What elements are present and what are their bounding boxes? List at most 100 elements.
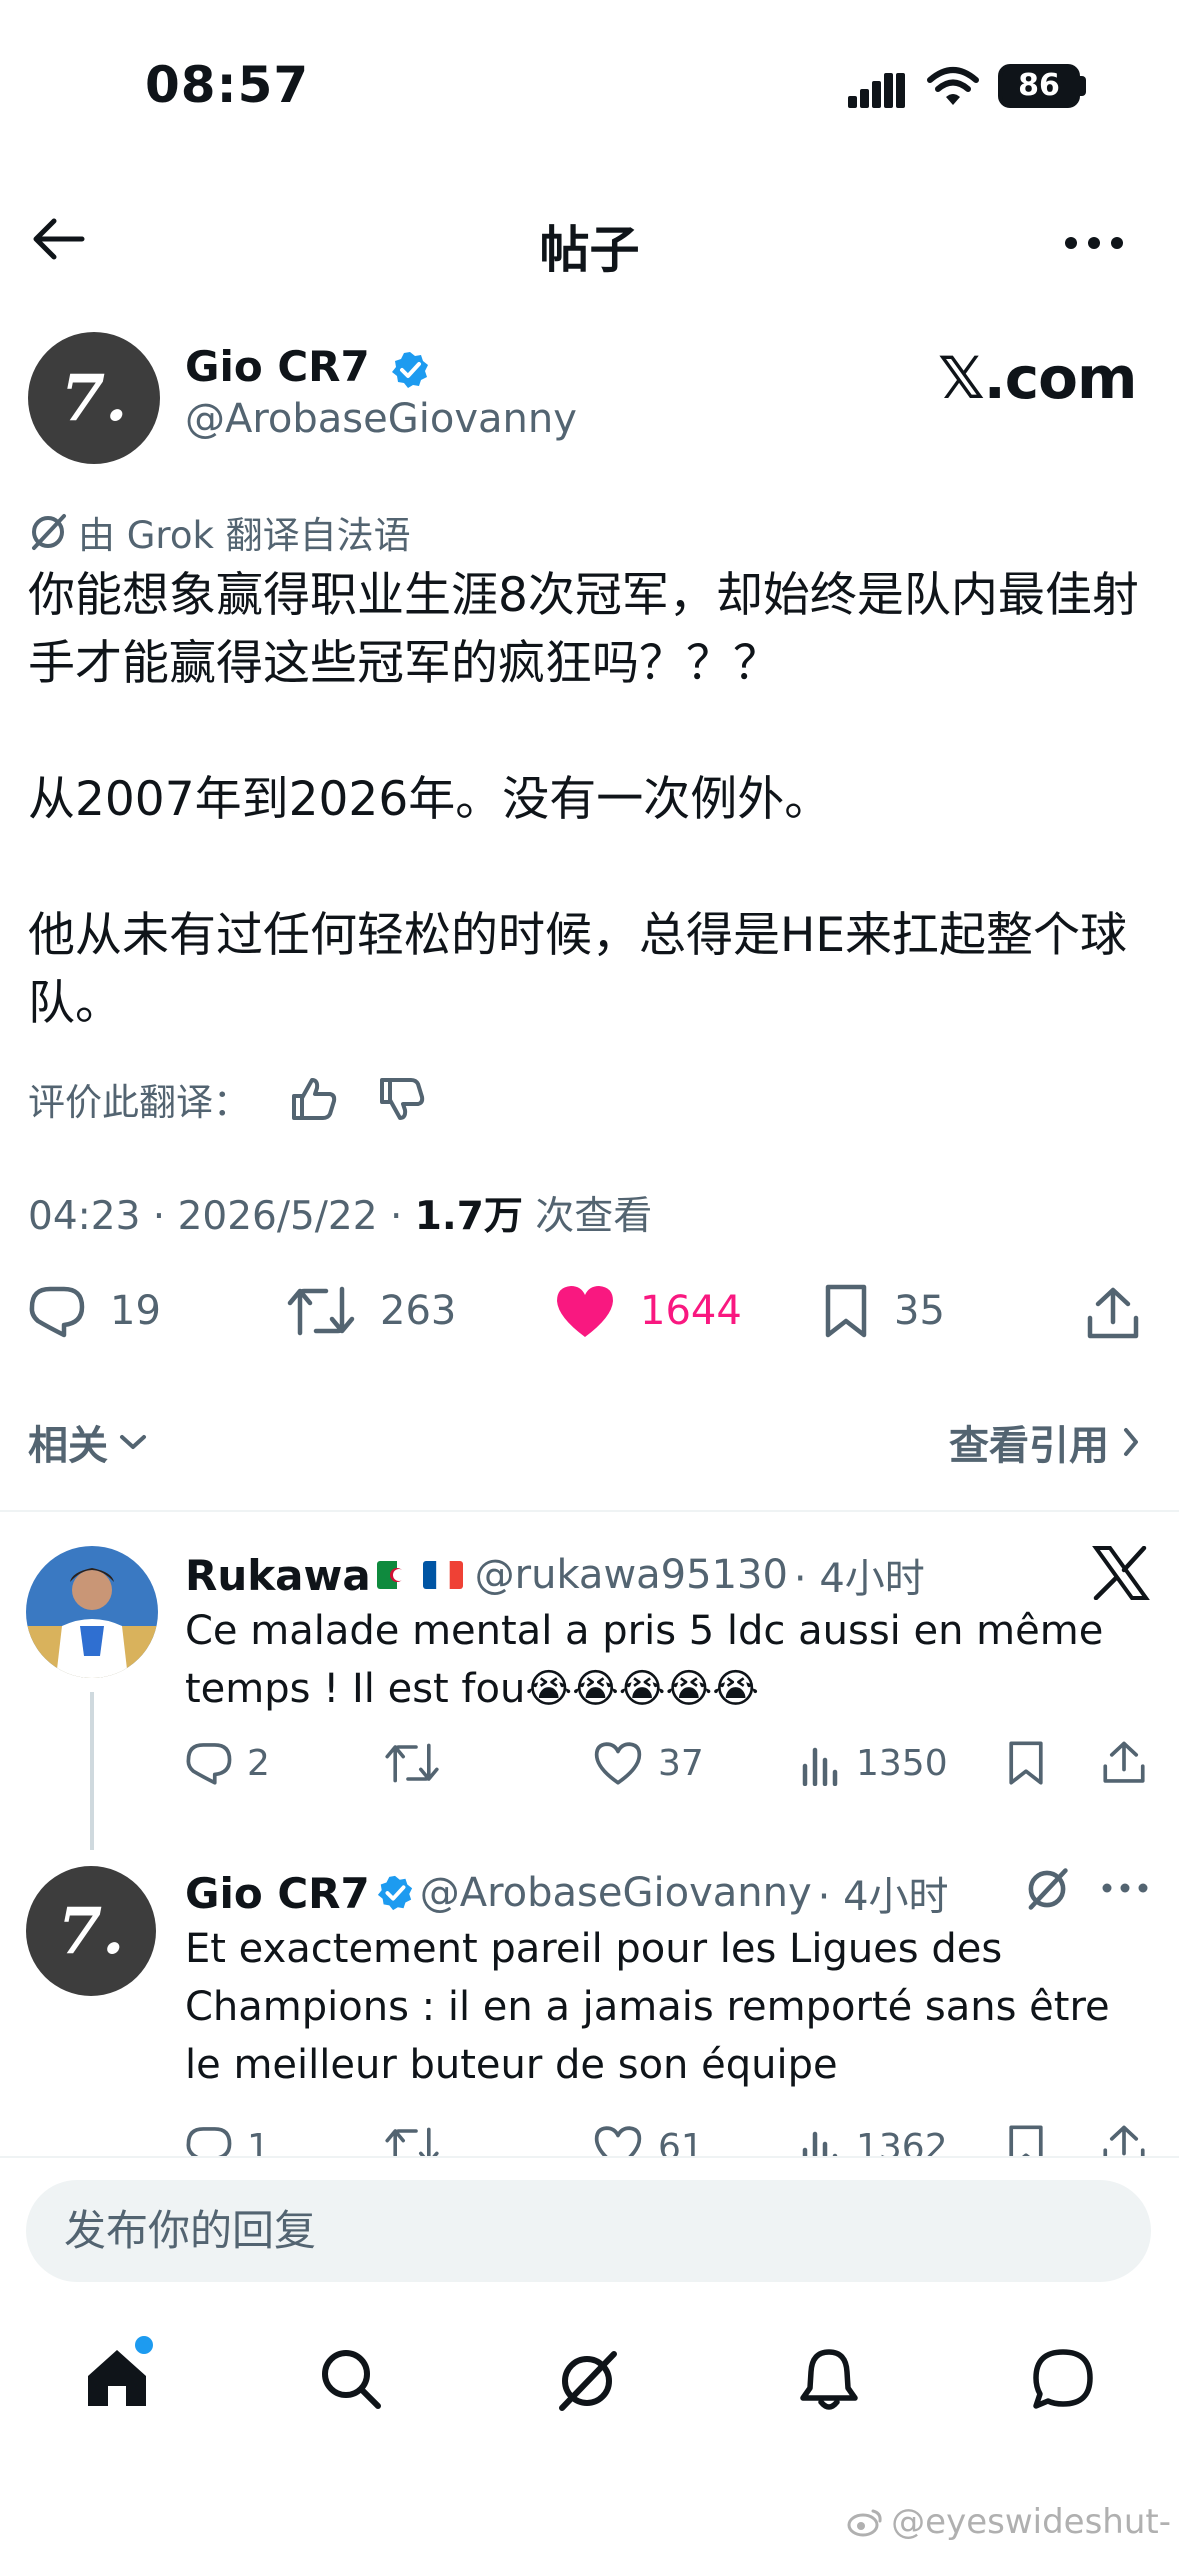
reply-button[interactable]: 19 [28, 1283, 161, 1339]
chevron-down-icon [120, 1435, 146, 1449]
like-button[interactable]: 1644 [554, 1283, 742, 1339]
france-flag-icon [422, 1561, 463, 1589]
repost-button[interactable]: 263 [286, 1283, 456, 1339]
reply-count: 19 [110, 1288, 161, 1334]
views-icon [802, 2131, 838, 2156]
grok-icon[interactable] [552, 2346, 622, 2416]
reply-1-views[interactable]: 1350 [800, 1740, 948, 1786]
status-time: 08:57 [145, 56, 310, 114]
reply-2-reply-button[interactable]: 1 [185, 2124, 270, 2156]
reply-1-view-count: 1350 [856, 1742, 948, 1784]
bookmark-button[interactable]: 35 [822, 1283, 945, 1339]
author-handle[interactable]: @ArobaseGiovanny [185, 396, 577, 442]
rate-translation: 评价此翻译： [28, 1072, 426, 1126]
reply-1-reply-button[interactable]: 2 [185, 1740, 270, 1786]
source-watermark: 𝕏.com [938, 344, 1137, 412]
verified-badge-icon [377, 1875, 412, 1911]
composer-divider [0, 2156, 1179, 2158]
repost-icon [385, 2127, 439, 2156]
algeria-flag-icon [376, 1561, 417, 1589]
reply-2-time: · 4小时 [817, 1874, 949, 1920]
reply-2-like-count: 61 [658, 2126, 704, 2157]
reply-1-share-icon[interactable] [1102, 1740, 1146, 1786]
heart-filled-icon [557, 1286, 613, 1337]
reply-2-avatar[interactable]: 7. [26, 1866, 156, 1996]
messages-icon[interactable] [1030, 2346, 1096, 2412]
reply-2-stats-clip: 1 61 1362 [0, 2112, 1179, 2156]
reply-2-share-icon[interactable] [1102, 2124, 1146, 2156]
reply-2-more-icon[interactable] [1102, 1882, 1148, 1894]
post-timestamp: 04:23 · 2026/5/22 · [28, 1194, 415, 1239]
home-notification-dot [135, 2336, 153, 2354]
notifications-bell-icon[interactable] [798, 2346, 860, 2412]
reply-text: Ce malade mental a pris 5 ldc aussi en m… [185, 1608, 1104, 1712]
weibo-watermark: @eyeswideshut- [847, 2502, 1171, 2542]
reply-2-reply-count: 1 [247, 2126, 270, 2157]
thumbs-up-icon[interactable] [290, 1076, 338, 1122]
views-icon [802, 1747, 838, 1786]
reply-header[interactable]: Rukawa @rukawa95130 · 4小时 [185, 1546, 925, 1604]
thread-line [90, 1692, 94, 1850]
reply-2-header[interactable]: Gio CR7 @ArobaseGiovanny · 4小时 [185, 1864, 949, 1922]
thumbs-down-icon[interactable] [378, 1076, 426, 1122]
reply-icon [186, 2127, 232, 2156]
reply-time: · 4小时 [793, 1556, 925, 1602]
reply-1-like-count: 37 [658, 1742, 704, 1784]
author-name-text: Gio CR7 [185, 342, 370, 391]
view-count-label: 次查看 [522, 1194, 653, 1239]
reply-author-name: Rukawa [185, 1550, 371, 1600]
grok-icon [32, 514, 66, 550]
home-icon[interactable] [84, 2346, 150, 2410]
reply-1-repost-button[interactable] [384, 1740, 454, 1786]
repost-icon [385, 1743, 439, 1783]
reply-2-bookmark-icon[interactable] [1006, 2124, 1046, 2156]
reply-2-author-name: Gio CR7 [185, 1868, 370, 1918]
grok-translate-icon[interactable] [1024, 1866, 1070, 1912]
reply-icon [29, 1286, 85, 1338]
battery-indicator: 86 [998, 64, 1080, 108]
reply-2-repost-button[interactable] [384, 2124, 454, 2156]
bookmark-count: 35 [894, 1288, 945, 1334]
rate-translation-label: 评价此翻译： [28, 1081, 250, 1124]
translation-note-text: 由 Grok 翻译自法语 [78, 514, 411, 557]
x-logo-icon [1092, 1546, 1150, 1600]
cellular-signal-icon [848, 70, 908, 108]
chevron-right-icon [1124, 1428, 1138, 1456]
reply-composer-input[interactable]: 发布你的回复 [26, 2180, 1151, 2282]
reply-2-text: Et exactement pareil pour les Ligues des… [185, 1926, 1110, 2088]
reply-author-handle: @rukawa95130 [474, 1552, 788, 1598]
reply-avatar[interactable] [26, 1546, 158, 1678]
wifi-icon [926, 66, 980, 108]
author-name[interactable]: Gio CR7 [185, 342, 430, 391]
reply-2-author-handle: @ArobaseGiovanny [419, 1870, 812, 1916]
repost-icon [287, 1286, 355, 1336]
verified-badge-icon [392, 351, 429, 388]
reply-1-bookmark-icon[interactable] [1006, 1740, 1046, 1786]
reply-2-like-button[interactable]: 61 [592, 2124, 704, 2156]
reply-1-like-button[interactable]: 37 [592, 1740, 704, 1786]
bookmark-icon [825, 1284, 867, 1338]
battery-cap [1080, 76, 1086, 96]
related-dropdown[interactable]: 相关 [28, 1413, 148, 1471]
watermark-text: @eyeswideshut- [891, 2502, 1171, 2542]
share-icon[interactable] [1086, 1286, 1140, 1342]
section-divider [0, 1510, 1179, 1512]
author-avatar[interactable]: 7. [28, 332, 160, 464]
reply-2-views[interactable]: 1362 [800, 2124, 948, 2156]
translation-note: 由 Grok 翻译自法语 [28, 505, 411, 559]
search-icon[interactable] [318, 2346, 384, 2410]
reply-2-view-count: 1362 [856, 2126, 948, 2157]
more-options-icon[interactable] [1064, 236, 1124, 250]
heart-icon [594, 1742, 642, 1785]
repost-count: 263 [380, 1288, 457, 1334]
reply-1-reply-count: 2 [247, 1742, 270, 1784]
like-count: 1644 [640, 1288, 742, 1334]
weibo-logo-icon [847, 2509, 882, 2537]
related-label: 相关 [28, 1423, 108, 1469]
view-quotes-label: 查看引用 [949, 1423, 1109, 1469]
reply-icon [186, 1743, 232, 1785]
post-meta: 04:23 · 2026/5/22 · 1.7万 次查看 [28, 1185, 652, 1241]
post-body: 你能想象赢得职业生涯8次冠军，却始终是队内最佳射手才能赢得这些冠军的疯狂吗？？？… [28, 568, 1139, 1031]
heart-icon [594, 2126, 642, 2156]
view-quotes-link[interactable]: 查看引用 [949, 1413, 1141, 1471]
